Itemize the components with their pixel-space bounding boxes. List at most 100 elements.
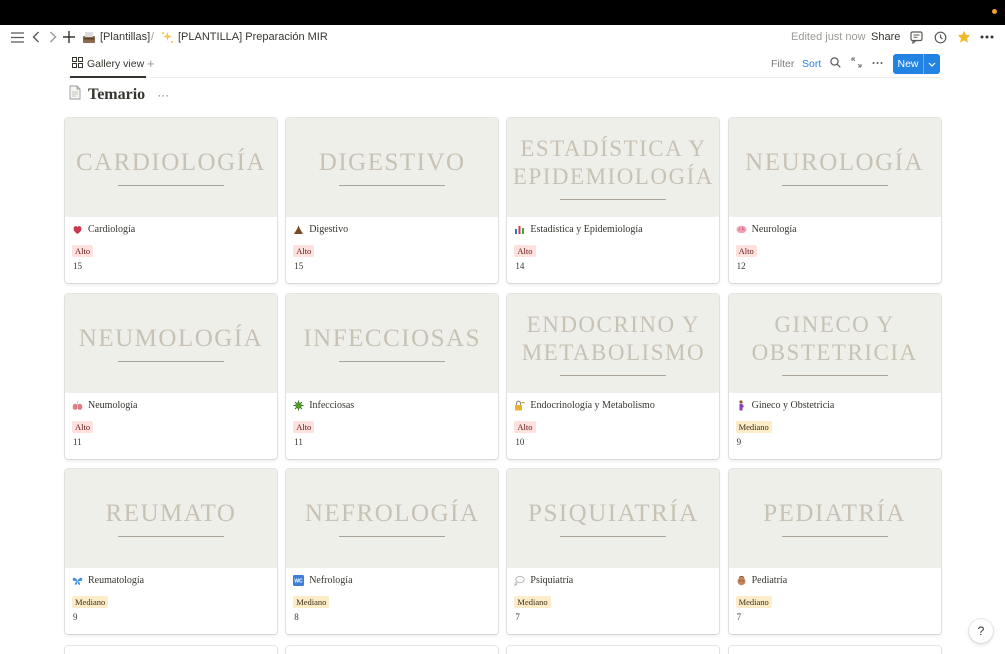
card-cover-text: REUMATO bbox=[105, 500, 237, 527]
database-title-row: Temario ··· bbox=[68, 84, 169, 106]
tab-gallery-view[interactable]: Gallery view bbox=[70, 57, 147, 78]
priority-tag: Alto bbox=[72, 245, 94, 257]
card-title-text: Neumología bbox=[88, 399, 138, 411]
gallery-card[interactable]: PSIQUIATRÍA Psiquiatría Mediano 7 bbox=[507, 469, 720, 634]
gallery-card[interactable]: PEDIATRÍA Pediatría Mediano 7 bbox=[728, 469, 941, 634]
question-count: 11 bbox=[294, 436, 303, 447]
history-icon[interactable] bbox=[931, 28, 949, 46]
card-cover-text: NEFROLOGÍA bbox=[304, 500, 480, 527]
search-icon[interactable] bbox=[830, 57, 841, 71]
gallery-card[interactable]: ESTADÍSTICA Y EPIDEMIOLOGÍA Estadística y… bbox=[507, 118, 720, 283]
drawer-icon bbox=[80, 28, 98, 46]
card-cover: NEUMOLOGÍA bbox=[65, 293, 277, 393]
baby-bottle-icon bbox=[736, 575, 747, 586]
view-toolbar: Gallery view + Filter Sort New bbox=[65, 52, 940, 78]
cover-divider bbox=[560, 374, 667, 376]
question-count: 7 bbox=[736, 612, 742, 622]
chevron-down-icon[interactable] bbox=[924, 59, 940, 69]
card-title-text: Estadística y Epidemiología bbox=[530, 224, 643, 235]
window-top-bar bbox=[0, 0, 1005, 25]
gallery-card[interactable]: GINECO Y OBSTETRICIA Gineco y Obstetricia… bbox=[728, 293, 941, 459]
card-title-text: Nefrología bbox=[309, 575, 353, 586]
card-title: Reumatología bbox=[72, 575, 144, 586]
gallery-card[interactable]: CARDIOLOGÍA Cardiología Alto 15 bbox=[65, 118, 277, 283]
view-more-icon[interactable] bbox=[872, 57, 883, 71]
card-title-text: Infecciosas bbox=[309, 399, 355, 411]
card-cover-text: CARDIOLOGÍA bbox=[75, 149, 267, 176]
card-title: Neumología bbox=[72, 400, 137, 411]
poop-icon bbox=[293, 224, 304, 235]
gallery-card[interactable]: DIGESTIVO Digestivo Alto 15 bbox=[286, 118, 499, 283]
more-options-icon[interactable] bbox=[978, 28, 996, 46]
new-button[interactable]: New bbox=[893, 54, 940, 74]
card-title-text: Gineco y Obstetricia bbox=[751, 399, 835, 411]
back-icon[interactable] bbox=[27, 28, 45, 46]
breadcrumb-current-page[interactable]: [PLANTILLA] Preparación MIR bbox=[178, 31, 328, 43]
card-cover: NEFROLOGÍA bbox=[286, 469, 499, 568]
card-title: Digestivo bbox=[293, 224, 348, 235]
card-cover-text: NEUROLOGÍA bbox=[745, 149, 925, 176]
sort-button[interactable]: Sort bbox=[802, 58, 821, 70]
add-page-icon[interactable] bbox=[60, 28, 78, 46]
question-count: 12 bbox=[736, 261, 746, 271]
card-cover-text: PSIQUIATRÍA bbox=[528, 500, 699, 527]
butterfly-icon bbox=[72, 575, 83, 586]
card-title: Cardiología bbox=[72, 224, 135, 235]
sparkles-icon bbox=[158, 28, 176, 46]
edited-status: Edited just now bbox=[791, 31, 866, 43]
comments-icon[interactable] bbox=[907, 28, 925, 46]
help-button[interactable]: ? bbox=[969, 619, 993, 643]
gallery-card-partial[interactable] bbox=[286, 645, 499, 654]
svg-text:WC: WC bbox=[295, 579, 304, 585]
gallery-card-partial[interactable] bbox=[507, 645, 720, 654]
card-cover-text: DIGESTIVO bbox=[318, 149, 466, 176]
cover-divider bbox=[339, 185, 446, 186]
card-title: Estadística y Epidemiología bbox=[514, 224, 643, 235]
pregnant-woman-icon bbox=[736, 399, 747, 411]
priority-tag: Alto bbox=[72, 420, 94, 433]
cover-divider bbox=[560, 536, 667, 537]
priority-tag: Alto bbox=[514, 245, 536, 257]
card-cover-text: GINECO Y OBSTETRICIA bbox=[751, 311, 918, 365]
menu-icon[interactable] bbox=[8, 28, 26, 46]
share-button[interactable]: Share bbox=[871, 31, 900, 43]
filter-button[interactable]: Filter bbox=[771, 58, 794, 70]
priority-tag: Mediano bbox=[735, 420, 772, 433]
priority-tag: Alto bbox=[735, 245, 757, 257]
title-more-button[interactable]: ··· bbox=[157, 88, 169, 102]
card-cover-text: INFECCIOSAS bbox=[303, 324, 482, 352]
breadcrumb-plantillas[interactable]: [Plantillas] bbox=[100, 31, 150, 43]
card-title: WC Nefrología bbox=[293, 575, 353, 586]
question-count: 7 bbox=[515, 612, 520, 622]
expand-icon[interactable] bbox=[851, 57, 862, 71]
question-count: 10 bbox=[515, 436, 525, 447]
card-cover: PSIQUIATRÍA bbox=[507, 469, 720, 568]
status-dot bbox=[992, 9, 997, 14]
card-title-text: Digestivo bbox=[309, 224, 349, 235]
gallery-card[interactable]: ENDOCRINO Y METABOLISMO Endocrinología y … bbox=[507, 293, 720, 459]
lungs-icon bbox=[72, 400, 83, 411]
card-title-text: Reumatología bbox=[88, 575, 145, 586]
gallery-card[interactable]: INFECCIOSAS Infecciosas Alto 11 bbox=[286, 293, 499, 459]
gallery-card[interactable]: NEFROLOGÍA WC Nefrología Mediano 8 bbox=[286, 469, 499, 634]
card-title: Endocrinología y Metabolismo bbox=[514, 400, 655, 411]
card-title: Gineco y Obstetricia bbox=[736, 399, 835, 411]
bar-chart-icon bbox=[514, 224, 525, 235]
priority-tag: Mediano bbox=[293, 596, 330, 608]
priority-tag: Mediano bbox=[735, 596, 772, 608]
gallery-card[interactable]: REUMATO Reumatología Mediano 9 bbox=[65, 469, 277, 634]
page-title[interactable]: Temario bbox=[88, 86, 145, 104]
gallery-card-partial[interactable] bbox=[65, 645, 277, 654]
card-title: Neurología bbox=[736, 224, 797, 235]
card-cover: CARDIOLOGÍA bbox=[65, 118, 277, 217]
card-cover: ENDOCRINO Y METABOLISMO bbox=[507, 293, 720, 393]
favorite-star-icon[interactable] bbox=[955, 28, 973, 46]
new-button-label: New bbox=[893, 54, 924, 74]
add-view-icon[interactable]: + bbox=[147, 56, 155, 71]
card-cover-text: PEDIATRÍA bbox=[763, 500, 906, 527]
gallery-card-partial[interactable] bbox=[728, 645, 941, 654]
gallery-card[interactable]: NEUMOLOGÍA Neumología Alto 11 bbox=[65, 293, 277, 459]
card-cover: ESTADÍSTICA Y EPIDEMIOLOGÍA bbox=[507, 118, 720, 217]
question-count: 8 bbox=[294, 612, 299, 622]
gallery-card[interactable]: NEUROLOGÍA Neurología Alto 12 bbox=[728, 118, 941, 283]
